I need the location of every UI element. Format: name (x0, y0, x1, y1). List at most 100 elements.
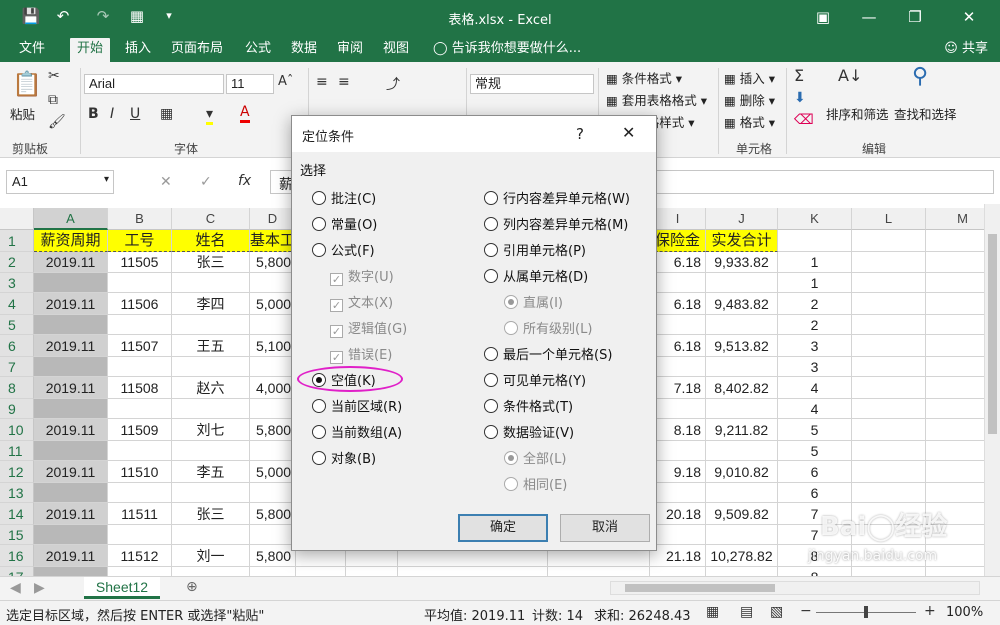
cell[interactable]: 3 (778, 357, 852, 377)
cell[interactable] (706, 441, 778, 461)
row-header-4[interactable]: 4 (0, 293, 34, 315)
cell[interactable] (346, 567, 398, 576)
column-header-c[interactable]: C (172, 208, 250, 230)
radio-icon[interactable] (484, 269, 498, 283)
cell[interactable] (108, 441, 172, 461)
find-icon[interactable]: ⚲ (912, 64, 928, 89)
header-cell[interactable]: 实发合计 (706, 230, 778, 252)
cell[interactable]: 6.18 (650, 335, 706, 357)
cell[interactable] (706, 315, 778, 335)
checkbox-icon[interactable]: ✓ (330, 351, 343, 364)
cell[interactable] (250, 441, 296, 461)
cell[interactable]: 2019.11 (34, 293, 108, 315)
close-button[interactable]: ✕ (946, 0, 992, 34)
cell[interactable] (852, 419, 926, 441)
cell[interactable]: 5,800 (250, 503, 296, 525)
cell[interactable]: 李五 (172, 461, 250, 483)
cell[interactable]: 张三 (172, 252, 250, 273)
cell[interactable] (108, 315, 172, 335)
cell[interactable] (250, 399, 296, 419)
option-row-differences[interactable]: 行内容差异单元格(W) (484, 188, 630, 207)
row-header-17[interactable]: 17 (0, 567, 34, 576)
cell[interactable]: 11512 (108, 545, 172, 567)
column-header-j[interactable]: J (706, 208, 778, 230)
cell[interactable] (250, 315, 296, 335)
cell[interactable]: 王五 (172, 335, 250, 357)
column-header-k[interactable]: K (778, 208, 852, 230)
cell[interactable] (548, 567, 650, 576)
cell[interactable]: 赵六 (172, 377, 250, 399)
radio-icon[interactable] (504, 477, 518, 491)
cell[interactable] (250, 567, 296, 576)
cell[interactable] (650, 357, 706, 377)
cell[interactable] (852, 399, 926, 419)
tab-insert[interactable]: 插入 (118, 38, 158, 62)
cell[interactable] (852, 377, 926, 399)
cell[interactable] (172, 273, 250, 293)
horizontal-scrollbar[interactable] (610, 581, 980, 595)
name-box[interactable]: A1 ▾ (6, 170, 114, 194)
italic-icon[interactable]: I (110, 106, 114, 122)
row-header-8[interactable]: 8 (0, 377, 34, 399)
cell[interactable] (34, 399, 108, 419)
ribbon-display-icon[interactable]: ▣ (800, 0, 846, 34)
new-sheet-icon[interactable]: ⊕ (186, 579, 198, 595)
cell[interactable] (172, 315, 250, 335)
option-objects[interactable]: 对象(B) (312, 448, 376, 467)
row-header-10[interactable]: 10 (0, 419, 34, 441)
cell[interactable] (650, 483, 706, 503)
option-current-region[interactable]: 当前区域(R) (312, 396, 402, 415)
tab-view[interactable]: 视图 (376, 38, 416, 62)
cell[interactable] (650, 399, 706, 419)
cell[interactable]: 9,483.82 (706, 293, 778, 315)
option-constants[interactable]: 常量(O) (312, 214, 377, 233)
row-header-16[interactable]: 16 (0, 545, 34, 567)
radio-icon[interactable] (484, 243, 498, 257)
cell[interactable] (650, 273, 706, 293)
cell[interactable]: 11505 (108, 252, 172, 273)
cell[interactable]: 4 (778, 399, 852, 419)
cell[interactable]: 5,800 (250, 419, 296, 441)
cell[interactable]: 9,933.82 (706, 252, 778, 273)
cell[interactable] (852, 273, 926, 293)
option-numbers[interactable]: ✓ 数字(U) (330, 266, 394, 286)
page-layout-view-icon[interactable]: ▤ (740, 604, 753, 620)
option-precedents[interactable]: 引用单元格(P) (484, 240, 586, 259)
row-header-13[interactable]: 13 (0, 483, 34, 503)
page-break-view-icon[interactable]: ▧ (770, 604, 783, 620)
zoom-slider-thumb[interactable] (864, 606, 868, 618)
zoom-in-icon[interactable]: + (924, 603, 936, 619)
column-header-l[interactable]: L (852, 208, 926, 230)
cell[interactable]: 11509 (108, 419, 172, 441)
cell[interactable]: 8,402.82 (706, 377, 778, 399)
cancel-button[interactable]: 取消 (560, 514, 650, 542)
autosum-icon[interactable]: Σ (794, 66, 804, 85)
cell[interactable] (706, 399, 778, 419)
cell[interactable]: 6 (778, 461, 852, 483)
checkbox-icon[interactable]: ✓ (330, 325, 343, 338)
cell[interactable] (706, 273, 778, 293)
cell[interactable]: 21.18 (650, 545, 706, 567)
prev-sheet-icon[interactable]: ◀ (10, 580, 21, 596)
cell[interactable] (706, 567, 778, 576)
dialog-close-icon[interactable]: ✕ (622, 123, 635, 142)
sheet-tab-active[interactable]: Sheet12 (84, 577, 160, 599)
cell[interactable] (650, 315, 706, 335)
header-cell[interactable]: 基本工 (250, 230, 296, 252)
cell[interactable]: 2019.11 (34, 419, 108, 441)
tell-me-box[interactable]: ◯ 告诉我你想要做什么... (426, 38, 588, 62)
radio-icon[interactable] (484, 425, 498, 439)
cell[interactable] (852, 483, 926, 503)
cell[interactable]: 9,513.82 (706, 335, 778, 357)
radio-icon[interactable] (312, 217, 326, 231)
align-middle-icon[interactable]: ≡ (338, 74, 350, 90)
zoom-out-icon[interactable]: − (800, 603, 812, 619)
cell[interactable] (108, 567, 172, 576)
cell[interactable]: 1 (778, 252, 852, 273)
enter-formula-icon[interactable]: ✓ (200, 174, 212, 190)
cell[interactable] (852, 461, 926, 483)
option-all-levels[interactable]: 所有级别(L) (504, 318, 592, 337)
cell[interactable]: 2019.11 (34, 461, 108, 483)
radio-icon[interactable] (484, 191, 498, 205)
checkbox-icon[interactable]: ✓ (330, 299, 343, 312)
